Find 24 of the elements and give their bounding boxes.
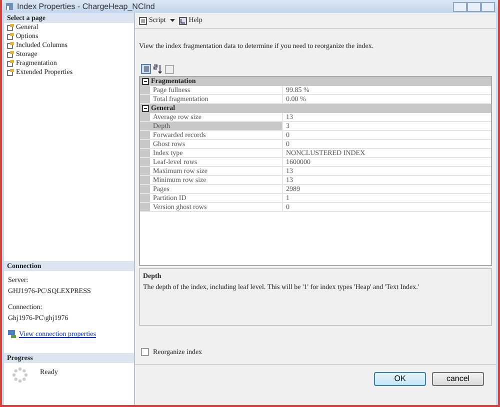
page-icon xyxy=(7,51,14,58)
minimize-button[interactable] xyxy=(453,2,467,12)
collapse-icon[interactable] xyxy=(142,78,149,85)
window-title: Index Properties - ChargeHeap_NCInd xyxy=(17,0,155,12)
close-button[interactable] xyxy=(481,2,495,12)
collapse-icon[interactable] xyxy=(142,105,149,112)
page-icon xyxy=(7,69,14,76)
window-icon xyxy=(5,2,14,11)
script-icon xyxy=(139,16,147,24)
maximize-button[interactable] xyxy=(467,2,481,12)
property-pages-icon xyxy=(165,64,174,74)
help-icon xyxy=(178,16,187,24)
categorized-icon xyxy=(141,64,151,74)
computer-icon xyxy=(8,330,16,338)
cancel-button[interactable]: cancel xyxy=(432,372,484,386)
page-icon xyxy=(7,42,14,49)
ok-button[interactable]: OK xyxy=(374,372,426,386)
checkbox[interactable] xyxy=(141,348,149,356)
caret-icon xyxy=(170,19,175,22)
page-icon xyxy=(7,33,14,40)
sort-icon xyxy=(153,64,163,74)
page-icon xyxy=(7,60,14,67)
page-icon xyxy=(7,24,14,31)
spinner-icon xyxy=(12,367,28,383)
